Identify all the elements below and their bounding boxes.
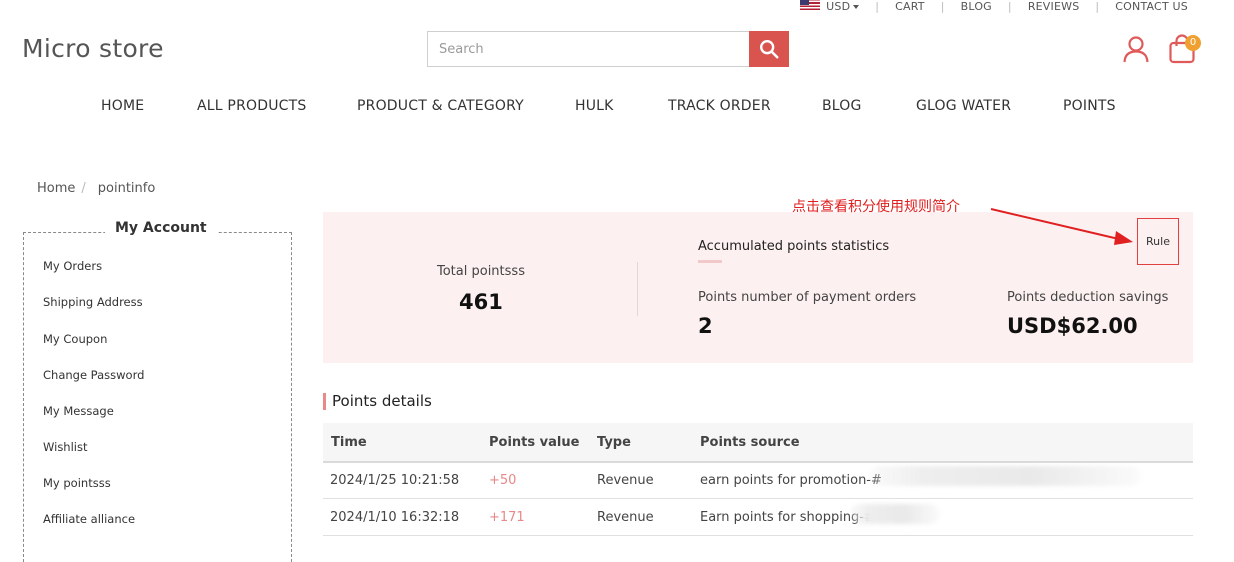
divider <box>637 262 638 316</box>
cart-link[interactable]: CART <box>895 0 925 13</box>
payment-orders-value: 2 <box>698 314 713 338</box>
search-input[interactable] <box>427 31 749 67</box>
table-cell-source: earn points for promotion-# <box>700 473 882 488</box>
nav-glog-water[interactable]: GLOG WATER <box>916 98 1011 114</box>
nav-hulk[interactable]: HULK <box>575 98 614 114</box>
chevron-down-icon <box>853 5 860 9</box>
us-flag-icon <box>800 0 821 10</box>
column-header-points-source: Points source <box>700 435 800 450</box>
sidebar-item-affiliate-alliance[interactable]: Affiliate alliance <box>43 512 135 526</box>
savings-value: USD$62.00 <box>1007 314 1138 338</box>
rule-button[interactable]: Rule <box>1137 218 1179 265</box>
separator: | <box>1007 0 1012 13</box>
redacted-blur <box>870 466 1140 486</box>
sidebar-item-change-password[interactable]: Change Password <box>43 368 144 382</box>
nav-blog[interactable]: BLOG <box>822 98 862 114</box>
row-divider <box>323 535 1193 536</box>
contact-us-link[interactable]: CONTACT US <box>1115 0 1188 13</box>
redacted-blur <box>850 504 940 524</box>
annotation-arrow-icon <box>990 208 1133 245</box>
blog-link[interactable]: BLOG <box>961 0 992 13</box>
currency-selector[interactable]: USD <box>800 0 860 13</box>
sidebar-item-my-message[interactable]: My Message <box>43 404 114 418</box>
table-cell-points: +171 <box>489 510 525 525</box>
total-points-label: Total pointsss <box>437 264 525 279</box>
separator: | <box>875 0 880 13</box>
top-utility-bar: USD | CART | BLOG | REVIEWS | CONTACT US <box>800 0 1188 13</box>
row-divider <box>323 498 1193 499</box>
table-cell-type: Revenue <box>597 510 654 525</box>
table-cell-type: Revenue <box>597 473 654 488</box>
nav-points[interactable]: POINTS <box>1063 98 1116 114</box>
breadcrumb-home[interactable]: Home <box>37 181 75 196</box>
search-button[interactable] <box>749 31 789 67</box>
store-logo[interactable]: Micro store <box>22 34 164 63</box>
sidebar-item-shipping-address[interactable]: Shipping Address <box>43 295 143 309</box>
sidebar-item-my-orders[interactable]: My Orders <box>43 259 102 273</box>
sidebar-item-my-coupon[interactable]: My Coupon <box>43 332 107 346</box>
nav-product-category[interactable]: PRODUCT & CATEGORY <box>357 98 524 114</box>
cart-count-badge: 0 <box>1185 35 1201 51</box>
table-cell-points: +50 <box>489 473 517 488</box>
table-cell-source: Earn points for shopping-# <box>700 510 875 525</box>
account-button[interactable] <box>1121 34 1151 68</box>
account-title: My Account <box>105 220 217 236</box>
nav-all-products[interactable]: ALL PRODUCTS <box>197 98 306 114</box>
sidebar-item-wishlist[interactable]: Wishlist <box>43 440 87 454</box>
table-cell-time: 2024/1/25 10:21:58 <box>330 473 460 488</box>
breadcrumb-separator: / <box>81 181 86 196</box>
search-icon <box>760 40 779 59</box>
separator: | <box>940 0 945 13</box>
main-nav: HOME ALL PRODUCTS PRODUCT & CATEGORY HUL… <box>0 98 1234 118</box>
total-points-value: 461 <box>459 290 503 314</box>
annotation-text: 点击查看积分使用规则简介 <box>792 199 960 215</box>
column-header-points-value: Points value <box>489 435 580 450</box>
nav-track-order[interactable]: TRACK ORDER <box>668 98 771 114</box>
search-bar <box>427 31 789 67</box>
savings-label: Points deduction savings <box>1007 290 1169 305</box>
table-cell-time: 2024/1/10 16:32:18 <box>330 510 460 525</box>
payment-orders-label: Points number of payment orders <box>698 290 917 305</box>
sidebar-item-my-points[interactable]: My pointsss <box>43 476 111 490</box>
reviews-link[interactable]: REVIEWS <box>1028 0 1080 13</box>
accumulated-title: Accumulated points statistics <box>698 239 890 254</box>
nav-home[interactable]: HOME <box>101 98 144 114</box>
separator: | <box>1095 0 1100 13</box>
column-header-type: Type <box>597 435 631 450</box>
column-header-time: Time <box>331 435 367 450</box>
user-icon <box>1123 36 1149 63</box>
points-details-title: Points details <box>323 393 432 410</box>
title-underline <box>698 260 722 263</box>
breadcrumb: Home / pointinfo <box>37 181 155 196</box>
breadcrumb-current: pointinfo <box>97 181 156 196</box>
